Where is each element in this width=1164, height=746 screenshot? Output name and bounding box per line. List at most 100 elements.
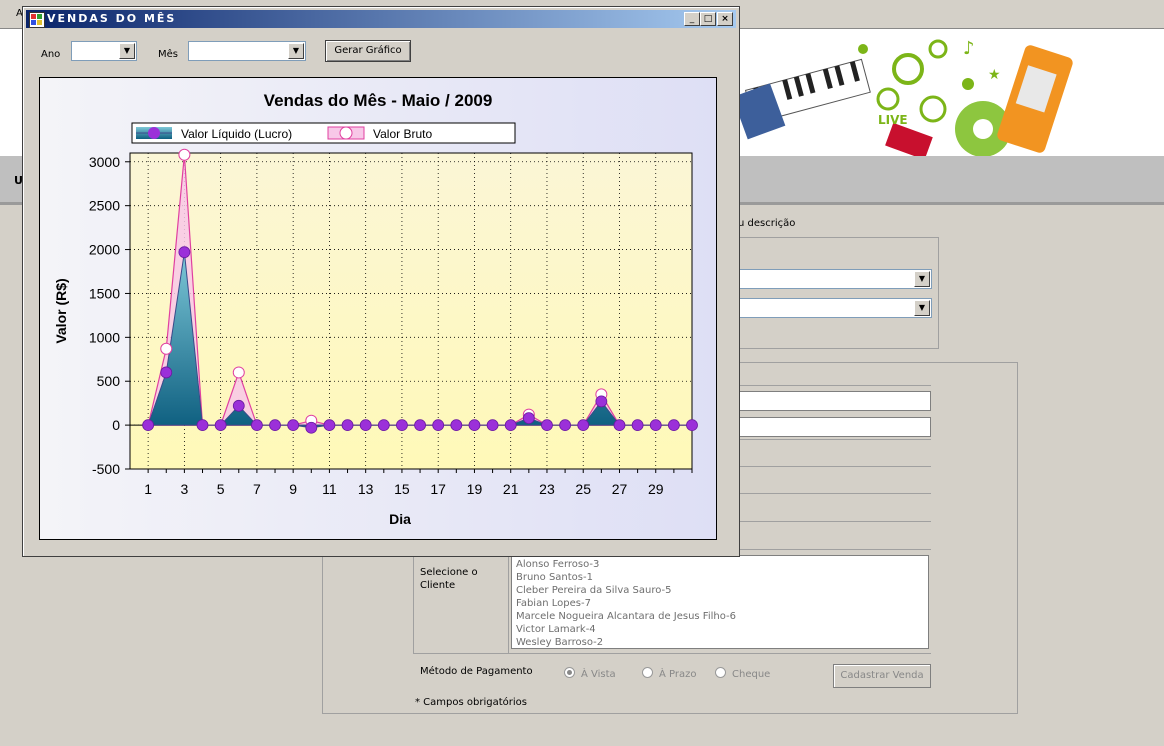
x-tick-label: 13 [358, 481, 374, 497]
point-valor-liquido [341, 419, 354, 432]
x-tick-label: 15 [394, 481, 410, 497]
point-valor-bruto [178, 148, 191, 161]
app-icon [29, 12, 45, 28]
y-tick-label: 3000 [89, 154, 120, 170]
point-valor-liquido [269, 419, 281, 432]
filter-combo-1[interactable]: ▼ [736, 269, 932, 289]
point-valor-liquido [631, 419, 644, 432]
client-listbox[interactable]: Alonso Ferroso-3 Bruno Santos-1 Cleber P… [511, 555, 929, 649]
client-label: Selecione o Cliente [420, 567, 478, 591]
form-text-field-1[interactable] [737, 391, 931, 411]
x-tick-label: 21 [503, 481, 519, 497]
generate-chart-button[interactable]: Gerar Gráfico [325, 40, 411, 62]
point-valor-liquido [323, 419, 336, 432]
x-tick-label: 7 [253, 481, 261, 497]
y-tick-label: 500 [97, 373, 121, 389]
y-tick-label: 2000 [89, 242, 120, 258]
point-valor-liquido [232, 399, 245, 412]
point-valor-liquido [396, 419, 408, 432]
x-tick-label: 17 [430, 481, 446, 497]
x-tick-label: 23 [539, 481, 555, 497]
point-valor-liquido [251, 419, 263, 432]
point-valor-liquido [178, 246, 191, 259]
maximize-icon[interactable]: □ [700, 12, 716, 26]
radio-icon[interactable] [564, 667, 575, 678]
y-tick-label: 1000 [89, 329, 120, 345]
legend-label-bruto: Valor Bruto [373, 127, 432, 141]
point-valor-bruto [232, 366, 245, 379]
svg-text:★: ★ [988, 67, 1001, 83]
list-item[interactable]: Fabian Lopes-7 [516, 597, 924, 610]
sales-chart-dialog: VENDAS DO MÊS _ □ × Ano ▼ Mês ▼ Gerar Gr… [22, 6, 740, 557]
chevron-down-icon[interactable]: ▼ [288, 43, 304, 59]
list-item[interactable]: Victor Lamark-4 [516, 623, 924, 636]
year-label: Ano [41, 49, 61, 60]
list-item[interactable]: Cleber Pereira da Silva Sauro-5 [516, 584, 924, 597]
x-axis-label: Dia [389, 511, 411, 527]
chart-legend: Valor Líquido (Lucro) Valor Bruto [131, 122, 516, 144]
required-fields-note: * Campos obrigatórios [415, 697, 527, 708]
register-sale-button[interactable]: Cadastrar Venda [833, 664, 931, 688]
point-valor-liquido [468, 419, 481, 432]
radio-cheque[interactable]: Cheque [715, 667, 770, 680]
point-valor-liquido [613, 419, 626, 432]
month-label: Mês [158, 49, 178, 60]
title-bar[interactable]: VENDAS DO MÊS _ □ × [26, 10, 736, 28]
minimize-icon[interactable]: _ [684, 12, 700, 26]
y-tick-label: 1500 [89, 285, 120, 301]
list-item[interactable]: Wesley Barroso-2 [516, 636, 924, 649]
radio-a-prazo[interactable]: À Prazo [642, 667, 696, 680]
sales-area-chart: Vendas do Mês - Maio / 2009 Valor Líquid… [40, 78, 716, 539]
chart-title: Vendas do Mês - Maio / 2009 [264, 91, 493, 110]
x-tick-label: 25 [575, 481, 591, 497]
radio-icon[interactable] [715, 667, 726, 678]
x-tick-label: 29 [648, 481, 664, 497]
legend-marker-bruto [327, 126, 365, 140]
point-valor-liquido [214, 419, 227, 432]
list-item[interactable]: Marcele Nogueira Alcantara de Jesus Filh… [516, 610, 924, 623]
x-tick-label: 11 [322, 481, 337, 497]
filter-group-box: ▼ ▼ [736, 237, 939, 349]
point-valor-liquido [414, 419, 426, 432]
list-item[interactable]: Bruno Santos-1 [516, 571, 924, 584]
chevron-down-icon[interactable]: ▼ [914, 271, 930, 287]
point-valor-liquido [432, 419, 445, 432]
close-icon[interactable]: × [717, 12, 733, 26]
radio-label: À Prazo [659, 669, 697, 680]
x-tick-label: 5 [217, 481, 225, 497]
payment-method-label: Método de Pagamento [420, 666, 533, 677]
legend-label-liquido: Valor Líquido (Lucro) [181, 127, 292, 141]
y-tick-label: 2500 [89, 198, 120, 214]
point-valor-liquido [522, 412, 535, 424]
search-hint-text: u descrição [738, 218, 796, 229]
point-valor-liquido [359, 419, 372, 432]
y-tick-label: 0 [112, 417, 120, 433]
col-divider [413, 549, 414, 653]
chevron-down-icon[interactable]: ▼ [119, 43, 135, 59]
radio-a-vista[interactable]: À Vista [564, 667, 616, 680]
svg-text:♪: ♪ [963, 38, 975, 59]
svg-text:LIVE: LIVE [878, 113, 908, 127]
point-valor-liquido [142, 419, 155, 432]
point-valor-liquido [305, 421, 318, 434]
y-tick-label: -500 [92, 461, 120, 477]
point-valor-liquido [287, 419, 300, 432]
form-text-field-2[interactable] [737, 417, 931, 437]
point-valor-liquido [541, 419, 553, 432]
point-valor-liquido [377, 419, 390, 432]
x-tick-label: 3 [180, 481, 188, 497]
month-select[interactable]: ▼ [188, 41, 306, 61]
radio-icon[interactable] [642, 667, 653, 678]
legend-marker-liquido [136, 127, 172, 139]
col-divider [508, 549, 509, 653]
point-valor-liquido [160, 366, 173, 379]
filter-combo-2[interactable]: ▼ [736, 298, 932, 318]
radio-label: Cheque [732, 669, 771, 680]
point-valor-liquido [504, 419, 517, 432]
point-valor-liquido [577, 419, 590, 432]
point-valor-liquido [559, 419, 571, 432]
x-tick-label: 9 [289, 481, 297, 497]
chevron-down-icon[interactable]: ▼ [914, 300, 930, 316]
list-item[interactable]: Alonso Ferroso-3 [516, 558, 924, 571]
year-select[interactable]: ▼ [71, 41, 137, 61]
